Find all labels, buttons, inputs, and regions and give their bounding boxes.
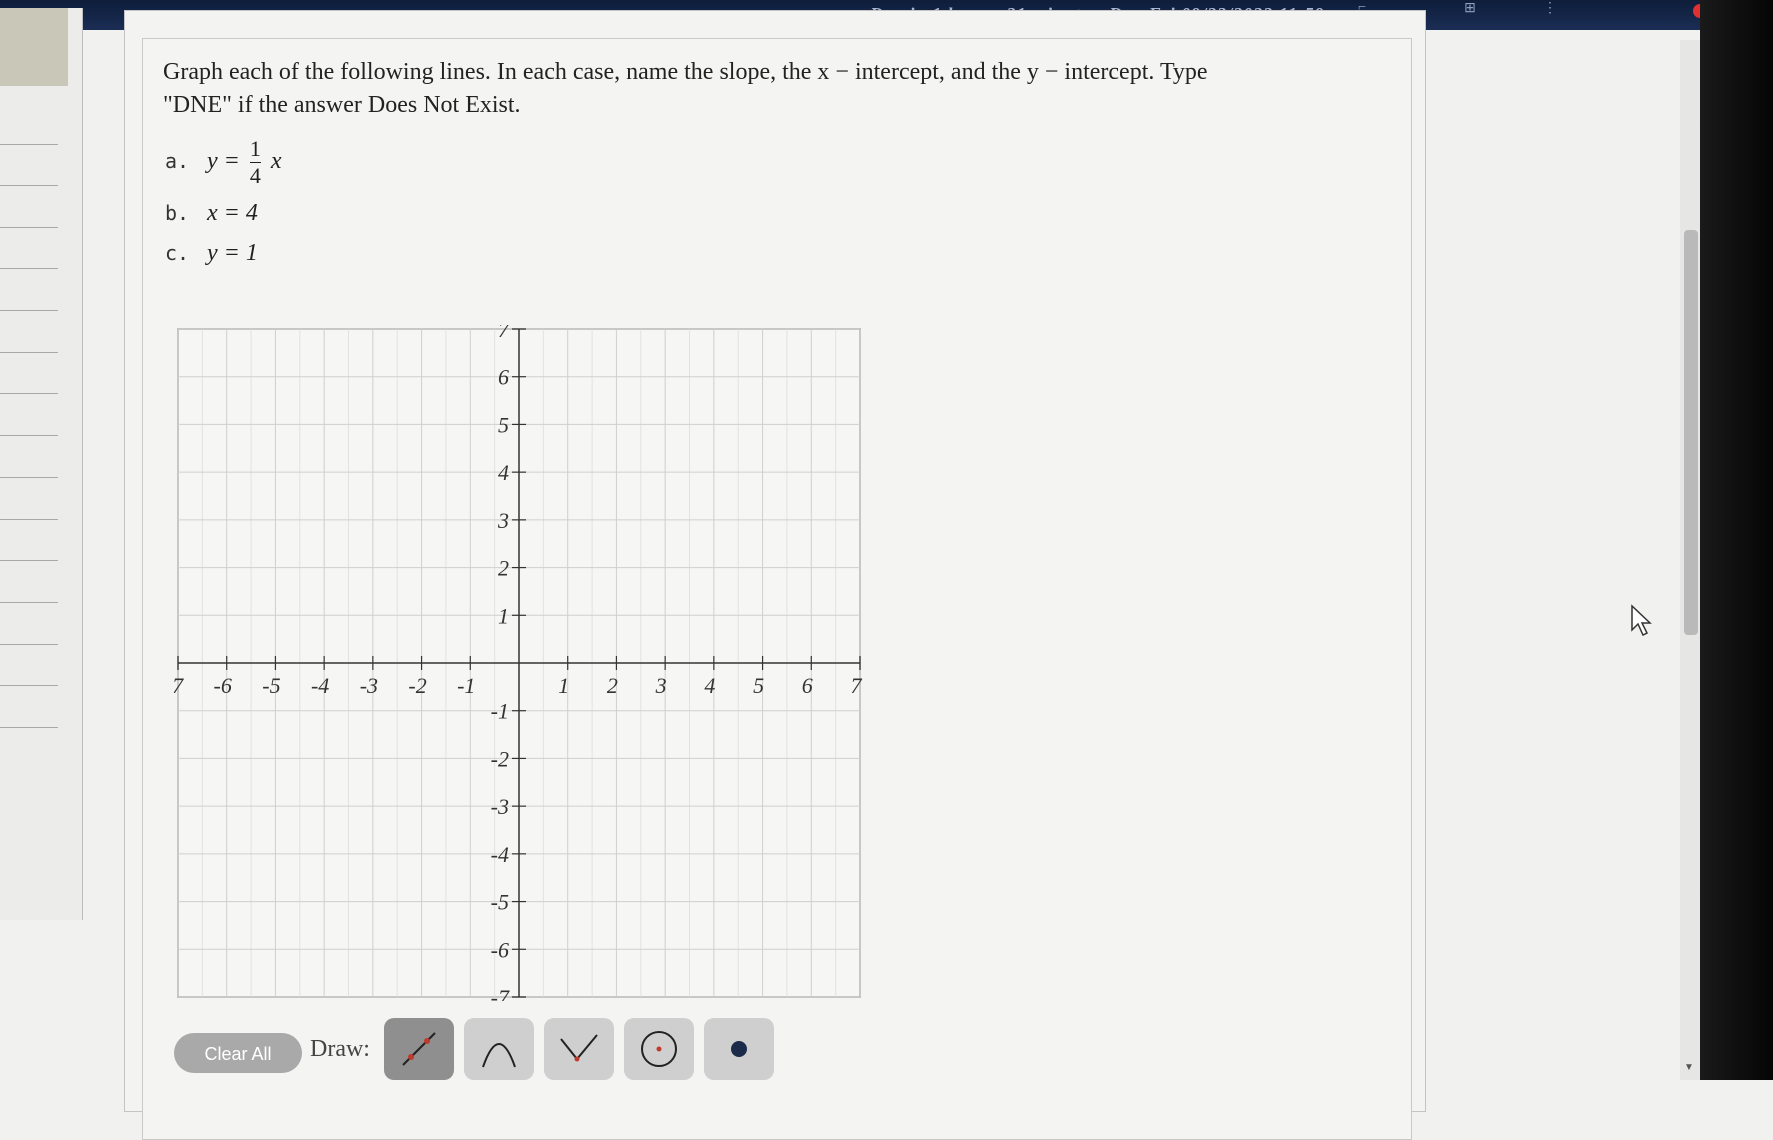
mouse-cursor-icon	[1631, 604, 1652, 637]
instructions-line-1: Graph each of the following lines. In ea…	[163, 59, 1208, 85]
y-tick-label: -4	[491, 842, 509, 867]
circle-tool-button[interactable]	[624, 1018, 694, 1080]
part-c-equation: y = 1	[207, 240, 258, 266]
y-tick-label: -5	[491, 890, 509, 915]
panel-divider	[0, 393, 58, 394]
panel-divider	[0, 560, 58, 561]
x-tick-label: -3	[360, 673, 378, 698]
panel-divider	[0, 644, 58, 645]
x-tick-label: -1	[457, 673, 475, 698]
fraction-denominator: 4	[249, 162, 261, 188]
panel-divider	[0, 435, 58, 436]
draw-label: Draw:	[310, 1036, 370, 1062]
part-b-equation: x = 4	[207, 200, 258, 226]
part-a-label: a.	[165, 149, 190, 174]
draw-toolbar: Clear All Draw:	[174, 1016, 794, 1080]
clear-all-button[interactable]: Clear All	[174, 1033, 302, 1073]
panel-divider	[0, 185, 58, 186]
circle-tool-icon	[641, 1031, 677, 1067]
panel-divider	[0, 352, 58, 353]
x-tick-label: -6	[214, 673, 232, 698]
part-b: b. x = 4	[165, 200, 258, 227]
x-tick-label: -7	[174, 673, 184, 698]
part-a: a. y = 1 4 x	[165, 136, 282, 189]
parabola-down-tool-icon	[482, 1043, 516, 1068]
part-a-variable: x	[270, 148, 282, 175]
v-shape-tool-icon	[560, 1034, 598, 1062]
y-tick-label: 2	[498, 556, 509, 581]
panel-divider	[0, 477, 58, 478]
y-tick-label: -3	[491, 794, 509, 819]
absolute-value-tool-button[interactable]	[544, 1018, 614, 1080]
x-tick-label: 1	[558, 673, 569, 698]
y-tick-label: 7	[498, 325, 510, 342]
x-tick-label: 4	[704, 673, 715, 698]
y-tick-label: 5	[498, 412, 509, 437]
parabola-tool-button[interactable]	[464, 1018, 534, 1080]
x-tick-label: 7	[851, 673, 863, 698]
panel-divider	[0, 310, 58, 311]
x-tick-label: -5	[262, 673, 280, 698]
x-tick-label: -2	[408, 673, 426, 698]
x-tick-label: 6	[802, 673, 813, 698]
line-tool-button[interactable]	[384, 1018, 454, 1080]
panel-divider	[0, 144, 58, 145]
part-a-lhs: y =	[207, 148, 240, 175]
menu-icon[interactable]: ⋮	[1540, 0, 1560, 16]
x-tick-label: 3	[655, 673, 667, 698]
y-tick-label: -6	[491, 937, 509, 962]
x-tick-label: -4	[311, 673, 329, 698]
y-tick-label: 1	[498, 603, 509, 628]
scroll-down-icon[interactable]: ▼	[1684, 1062, 1694, 1073]
part-b-label: b.	[165, 201, 190, 225]
y-tick-label: 3	[497, 508, 509, 533]
y-tick-label: -7	[491, 985, 510, 1001]
part-c: c. y = 1	[165, 240, 258, 267]
question-instructions: Graph each of the following lines. In ea…	[163, 56, 1383, 122]
panel-divider	[0, 268, 58, 269]
part-a-fraction: 1 4	[249, 136, 261, 189]
left-side-panel	[0, 8, 83, 920]
y-tick-label: -2	[491, 746, 509, 771]
part-c-label: c.	[165, 241, 190, 265]
panel-divider	[0, 685, 58, 686]
point-tool-icon	[731, 1041, 747, 1057]
expand-icon[interactable]: ⊞	[1460, 0, 1480, 16]
x-tick-label: 2	[607, 673, 618, 698]
y-tick-label: 6	[498, 365, 509, 390]
point-tool-button[interactable]	[704, 1018, 774, 1080]
monitor-bezel	[1700, 0, 1773, 1080]
y-tick-label: 4	[498, 460, 509, 485]
coordinate-grid[interactable]: -7 -6 -5 -4 -3 -2 -1 1 2 3 4 5 6 7 7 6 5 4 3 2 1 -1 -2 -3 -4 -5 -6…	[165, 317, 885, 1010]
scrollbar-thumb[interactable]	[1684, 230, 1698, 635]
graphing-area[interactable]: -7 -6 -5 -4 -3 -2 -1 1 2 3 4 5 6 7 7 6 5 4 3 2 1 -1 -2 -3 -4 -5 -6…	[165, 317, 885, 1010]
panel-divider	[0, 519, 58, 520]
panel-divider	[0, 602, 58, 603]
y-tick-label: -1	[491, 699, 509, 724]
fraction-numerator: 1	[249, 136, 261, 161]
instructions-line-2: "DNE" if the answer Does Not Exist.	[163, 92, 521, 118]
panel-divider	[0, 227, 58, 228]
panel-divider	[0, 727, 58, 728]
x-tick-label: 5	[753, 673, 764, 698]
panel-tab[interactable]	[0, 8, 68, 86]
line-tool-icon	[402, 1032, 436, 1066]
